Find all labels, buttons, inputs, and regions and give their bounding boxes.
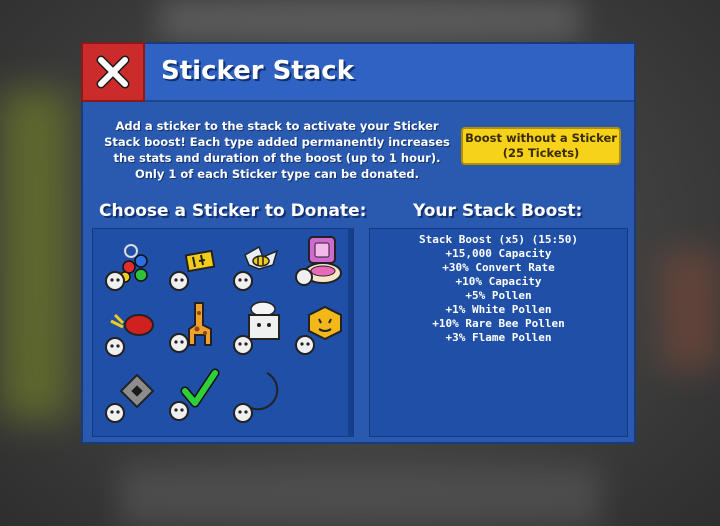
close-icon: [96, 55, 130, 89]
boost-stat-line: +5% Pollen: [465, 289, 532, 302]
sticker-slot-2[interactable]: [165, 235, 225, 295]
paper-bee-sticker-icon: [233, 245, 279, 291]
background-blur: [660, 250, 720, 370]
sticker-slot-4[interactable]: [291, 231, 351, 291]
sticker-grid-scrollbar[interactable]: [348, 228, 353, 437]
donate-section-title: Choose a Sticker to Donate:: [99, 201, 367, 221]
description-text: Add a sticker to the stack to activate y…: [104, 119, 450, 181]
green-check-sticker-icon: [169, 368, 220, 421]
boost-stat-line: +10% Capacity: [455, 275, 542, 288]
pink-pot-sticker-icon: [295, 236, 342, 286]
yellow-letters-sticker-icon: [169, 249, 216, 291]
sticker-slot-10[interactable]: [165, 363, 225, 423]
sticker-slot-6[interactable]: [165, 295, 225, 355]
boost-without-sticker-button[interactable]: Boost without a Sticker (25 Tickets): [461, 127, 621, 165]
sticker-slot-7[interactable]: [229, 297, 289, 357]
hexagon-face-sticker-icon: [295, 305, 342, 355]
chef-cube-sticker-icon: [233, 301, 280, 355]
sticker-slot-9[interactable]: [101, 367, 161, 427]
sticker-slot-5[interactable]: [101, 301, 161, 361]
boost-stat-line: +3% Flame Pollen: [445, 331, 552, 344]
background-blur: [120, 466, 600, 526]
colored-dots-sticker-icon: [105, 244, 148, 291]
moon-sticker-icon: [233, 372, 279, 423]
sticker-grid: [92, 228, 354, 437]
boost-stat-line: +30% Convert Rate: [442, 261, 555, 274]
boost-section-title: Your Stack Boost:: [413, 201, 583, 221]
boost-button-cost: (25 Tickets): [502, 146, 580, 160]
boost-button-label: Boost without a Sticker: [465, 131, 617, 145]
background-blur: [160, 0, 580, 40]
boost-stat-line: +10% Rare Bee Pollen: [432, 317, 565, 330]
sticker-stack-window: Sticker Stack Add a sticker to the stack…: [81, 42, 636, 444]
sticker-slot-1[interactable]: [101, 235, 161, 295]
background-blur: [0, 90, 70, 420]
sticker-slot-8[interactable]: [291, 299, 351, 359]
title-bar: Sticker Stack: [81, 42, 634, 102]
sticker-slot-3[interactable]: [229, 235, 289, 295]
boost-stat-line: +1% White Pollen: [445, 303, 552, 316]
window-title: Sticker Stack: [161, 56, 354, 86]
gray-diamond-sticker-icon: [105, 373, 155, 423]
close-button[interactable]: [81, 42, 145, 102]
red-can-sticker-icon: [105, 313, 154, 357]
boost-stat-line: Stack Boost (x5) (15:50): [419, 233, 578, 246]
sticker-slot-11[interactable]: [229, 367, 289, 427]
boost-stat-line: +15,000 Capacity: [445, 247, 552, 260]
giraffe-sticker-icon: [169, 302, 212, 353]
stack-boost-panel: Stack Boost (x5) (15:50) +15,000 Capacit…: [369, 228, 628, 437]
